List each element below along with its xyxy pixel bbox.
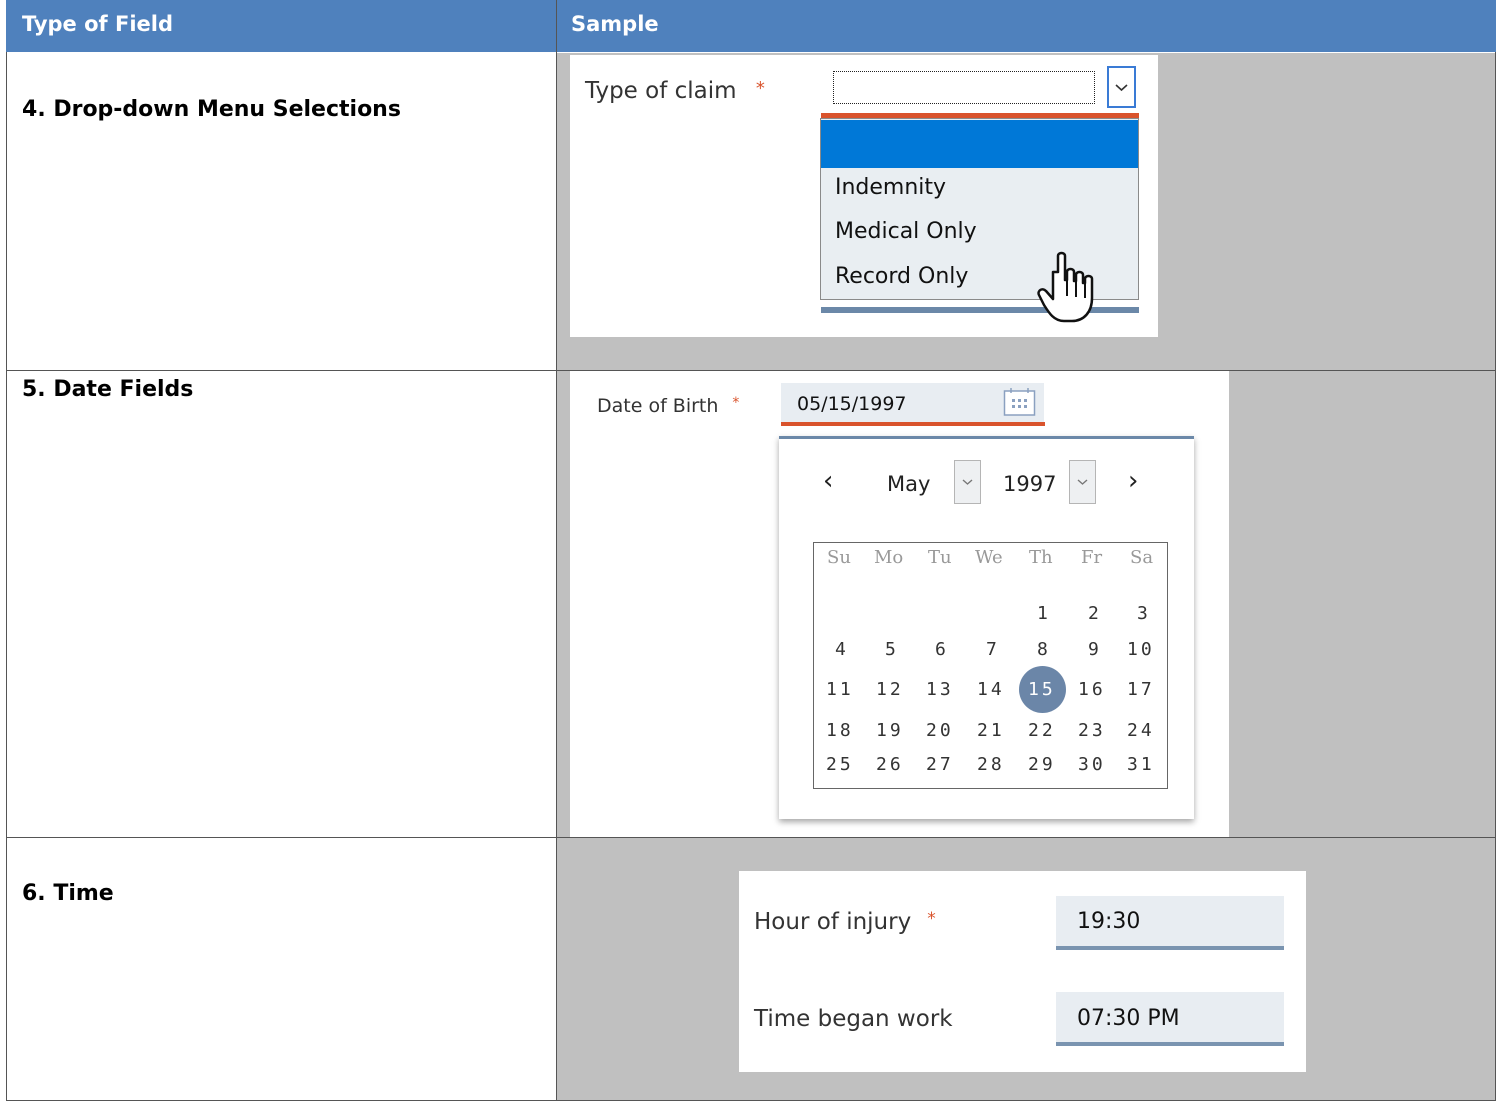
field-label-dropdown: 4. Drop-down Menu Selections (22, 97, 401, 122)
month-label: May (887, 472, 931, 496)
calendar-grid (813, 542, 1168, 789)
hour-of-injury-value: 19:30 (1077, 909, 1141, 934)
weekday-header: Fr (1081, 547, 1103, 568)
time-began-work-value: 07:30 PM (1077, 1006, 1180, 1031)
weekday-header: Th (1029, 547, 1053, 568)
dropdown-option-medical-only[interactable]: Medical Only (835, 219, 977, 244)
dropdown-toggle-button[interactable] (1107, 66, 1136, 108)
calendar-day[interactable]: 7 (986, 639, 1000, 660)
calendar-day[interactable]: 11 (826, 679, 854, 700)
time-began-work-label: Time began work (754, 1006, 953, 1032)
calendar-day[interactable]: 3 (1137, 603, 1151, 624)
calendar-day[interactable]: 20 (926, 720, 954, 741)
date-of-birth-label: Date of Birth * (597, 395, 740, 417)
calendar-day[interactable]: 4 (835, 639, 849, 660)
type-of-claim-label: Type of claim * (585, 78, 765, 104)
calendar-day[interactable]: 17 (1127, 679, 1155, 700)
dropdown-option-record-only[interactable]: Record Only (835, 264, 968, 289)
weekday-header: Mo (874, 547, 904, 568)
chevron-down-icon (1077, 479, 1088, 485)
calendar-day[interactable]: 18 (826, 720, 854, 741)
table-header (6, 0, 1496, 52)
calendar-day[interactable]: 2 (1088, 603, 1102, 624)
month-select[interactable] (954, 460, 981, 504)
date-of-birth-value: 05/15/1997 (797, 393, 907, 415)
calendar-day[interactable]: 16 (1078, 679, 1106, 700)
calendar-day[interactable]: 27 (926, 754, 954, 775)
calendar-day[interactable]: 19 (876, 720, 904, 741)
calendar-day[interactable]: 8 (1037, 639, 1051, 660)
calendar-day[interactable]: 6 (935, 639, 949, 660)
table-border-left (6, 52, 7, 1101)
chevron-down-icon (1115, 84, 1128, 92)
calendar-day[interactable]: 21 (977, 720, 1005, 741)
calendar-day[interactable]: 25 (826, 754, 854, 775)
required-underline (781, 422, 1045, 426)
calendar-day[interactable]: 5 (885, 639, 899, 660)
calendar-icon[interactable] (1003, 387, 1036, 417)
calendar-day[interactable]: 24 (1127, 720, 1155, 741)
calendar-day[interactable]: 13 (926, 679, 954, 700)
calendar-day-selected[interactable]: 15 (1028, 679, 1056, 700)
header-type-of-field: Type of Field (22, 12, 173, 36)
calendar-day[interactable]: 22 (1028, 720, 1056, 741)
year-select[interactable] (1069, 460, 1096, 504)
calendar-day[interactable]: 31 (1127, 754, 1155, 775)
field-label-time: 6. Time (22, 881, 114, 906)
next-month-button[interactable]: › (1128, 466, 1138, 496)
calendar-day[interactable]: 10 (1127, 639, 1155, 660)
field-label-date: 5. Date Fields (22, 377, 194, 402)
year-label: 1997 (1003, 472, 1057, 496)
calendar-day[interactable]: 26 (876, 754, 904, 775)
hour-of-injury-label: Hour of injury * (754, 909, 936, 935)
chevron-down-icon (962, 479, 973, 485)
calendar-day[interactable]: 12 (876, 679, 904, 700)
weekday-header: Su (827, 547, 851, 568)
calendar-day[interactable]: 14 (977, 679, 1005, 700)
calendar-day[interactable]: 1 (1037, 603, 1051, 624)
dropdown-option-indemnity[interactable]: Indemnity (835, 175, 946, 200)
table-border-right (1495, 52, 1496, 1101)
hand-pointer-icon (1037, 251, 1094, 323)
calendar-day[interactable]: 23 (1078, 720, 1106, 741)
weekday-header: Sa (1130, 547, 1154, 568)
type-of-claim-select[interactable] (833, 71, 1095, 104)
dropdown-option-blank-highlighted[interactable] (821, 120, 1138, 168)
calendar-day[interactable]: 30 (1078, 754, 1106, 775)
calendar-day[interactable]: 9 (1088, 639, 1102, 660)
calendar-day[interactable]: 29 (1028, 754, 1056, 775)
header-sample: Sample (571, 12, 659, 36)
calendar-day[interactable]: 28 (977, 754, 1005, 775)
weekday-header: Tu (928, 547, 952, 568)
prev-month-button[interactable]: ‹ (823, 466, 833, 496)
weekday-header: We (975, 547, 1003, 568)
